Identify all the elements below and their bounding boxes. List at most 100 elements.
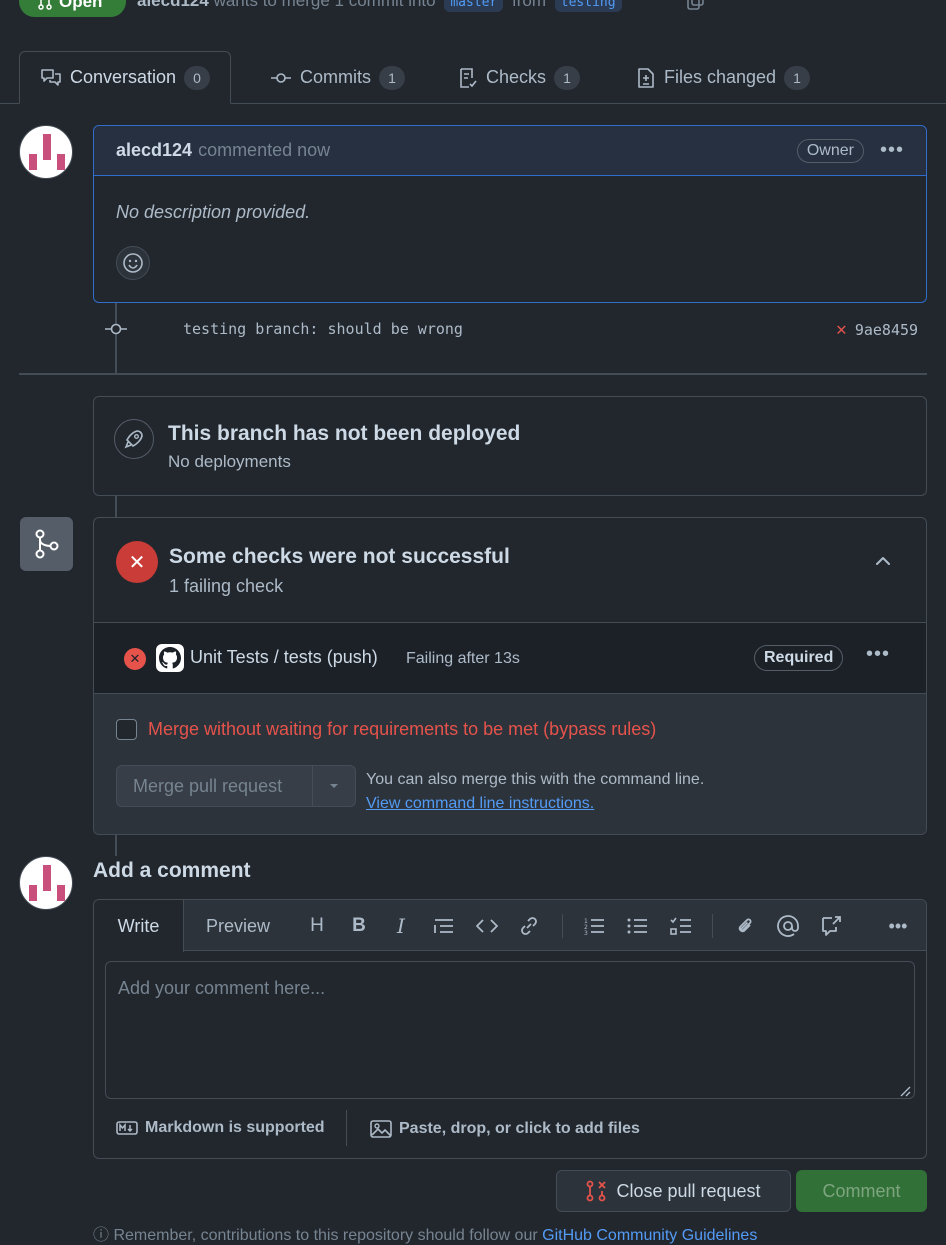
pr-meta: alecd124 wants to merge 1 commit into ma… xyxy=(137,0,626,12)
check-options-icon[interactable]: ••• xyxy=(866,643,890,666)
git-commit-icon xyxy=(271,72,291,83)
checks-title: Some checks were not successful xyxy=(169,545,510,568)
commit-sha[interactable]: 9ae8459 xyxy=(855,321,918,339)
markdown-note[interactable]: Markdown is supported xyxy=(116,1119,325,1137)
github-logo-icon xyxy=(156,644,184,672)
more-options-icon[interactable]: ••• xyxy=(885,913,911,939)
toolbar-divider-2 xyxy=(712,914,713,938)
identicon-icon xyxy=(29,134,65,170)
tab-checks-label: Checks xyxy=(486,67,547,87)
git-pull-request-closed-icon xyxy=(587,1180,607,1202)
tab-conversation-label: Conversation xyxy=(70,67,177,87)
editor-toolbar: Write Preview H B I 123 ••• xyxy=(94,900,926,952)
tab-checks[interactable]: Checks 1 xyxy=(438,51,600,104)
commit-sha-group: ✕ 9ae8459 xyxy=(836,319,918,340)
add-reaction-button[interactable] xyxy=(116,246,150,280)
timeline-line-3 xyxy=(115,834,117,856)
merge-status-card: ✕ Some checks were not successful 1 fail… xyxy=(93,517,927,835)
x-icon[interactable]: ✕ xyxy=(836,319,847,340)
git-merge-icon xyxy=(20,517,73,571)
base-branch[interactable]: master xyxy=(444,0,504,12)
deployment-title: This branch has not been deployed xyxy=(168,422,521,445)
tab-conversation-count: 0 xyxy=(184,65,211,90)
merge-button-group: Merge pull request xyxy=(116,765,356,807)
pr-author[interactable]: alecd124 xyxy=(137,0,209,10)
image-icon xyxy=(370,1120,392,1138)
heading-icon[interactable]: H xyxy=(304,913,330,939)
tab-files-changed-count: 1 xyxy=(784,65,811,90)
tab-files-changed[interactable]: Files changed 1 xyxy=(616,51,830,104)
merge-button[interactable]: Merge pull request xyxy=(117,766,313,806)
owner-badge: Owner xyxy=(796,138,864,163)
x-circle-icon: ✕ xyxy=(116,541,158,583)
chevron-up-icon[interactable] xyxy=(874,554,892,572)
command-line-text: You can also merge this with the command… xyxy=(366,771,705,788)
checklist-icon xyxy=(460,67,477,88)
unordered-list-icon[interactable] xyxy=(624,913,650,939)
check-status: Failing after 13s xyxy=(406,650,520,667)
merge-dropdown-button[interactable] xyxy=(313,766,355,806)
italic-icon[interactable]: I xyxy=(388,913,414,939)
avatar[interactable] xyxy=(19,125,73,179)
comment-options-icon[interactable]: ••• xyxy=(880,139,904,162)
tab-preview[interactable]: Preview xyxy=(206,900,270,952)
head-branch[interactable]: testing xyxy=(554,0,622,12)
comment-card: alecd124 commented now Owner ••• No desc… xyxy=(93,125,927,303)
copy-icon[interactable] xyxy=(686,0,706,17)
comment-discussion-icon xyxy=(41,68,61,86)
tab-checks-count: 1 xyxy=(554,65,581,90)
markdown-label: Markdown is supported xyxy=(145,1119,325,1136)
tab-files-changed-label: Files changed xyxy=(664,67,777,87)
contribution-note: ⓘ Remember, contributions to this reposi… xyxy=(93,1221,757,1245)
required-badge: Required xyxy=(754,645,844,671)
tab-conversation[interactable]: Conversation 0 xyxy=(19,51,232,104)
commit-message[interactable]: testing branch: should be wrong xyxy=(183,320,463,338)
link-icon[interactable] xyxy=(516,913,542,939)
markdown-icon xyxy=(116,1121,138,1135)
quote-icon[interactable] xyxy=(431,913,457,939)
command-line-hint: You can also merge this with the command… xyxy=(366,768,704,816)
close-pr-button[interactable]: Close pull request xyxy=(556,1170,791,1212)
mention-icon[interactable] xyxy=(775,913,801,939)
tab-commits-label: Commits xyxy=(300,67,371,87)
check-row[interactable]: ✕ Unit Tests / tests (push) Failing afte… xyxy=(94,622,926,694)
timeline-divider xyxy=(19,373,927,375)
tab-write[interactable]: Write xyxy=(94,900,184,952)
ordered-list-icon[interactable]: 123 xyxy=(581,913,607,939)
pr-from-text: from xyxy=(512,0,547,10)
code-icon[interactable] xyxy=(474,913,500,939)
comment-time[interactable]: commented now xyxy=(198,140,330,161)
toolbar-divider xyxy=(562,914,563,938)
bypass-checkbox[interactable] xyxy=(116,719,137,740)
task-list-icon[interactable] xyxy=(668,913,694,939)
comment-author[interactable]: alecd124 xyxy=(116,140,192,161)
svg-text:3: 3 xyxy=(584,930,588,935)
check-name[interactable]: Unit Tests / tests (push) xyxy=(190,647,378,668)
pr-state-label: Open xyxy=(59,0,103,11)
avatar-current-user[interactable] xyxy=(19,856,73,910)
bold-icon[interactable]: B xyxy=(346,913,372,939)
command-line-link[interactable]: View command line instructions. xyxy=(366,792,704,816)
add-comment-title: Add a comment xyxy=(93,859,251,882)
checks-subtitle: 1 failing check xyxy=(169,576,284,596)
tab-commits[interactable]: Commits 1 xyxy=(250,51,425,104)
deployment-subtitle: No deployments xyxy=(168,452,291,471)
attach-files-note[interactable]: Paste, drop, or click to add files xyxy=(370,1119,640,1139)
cross-reference-icon[interactable] xyxy=(818,913,844,939)
footer-divider xyxy=(346,1110,347,1146)
resize-handle-icon[interactable] xyxy=(899,1085,911,1097)
pr-state-badge: Open xyxy=(19,0,126,17)
git-pr-icon xyxy=(38,0,52,10)
bypass-label[interactable]: Merge without waiting for requirements t… xyxy=(148,719,656,740)
comment-button[interactable]: Comment xyxy=(796,1170,927,1212)
paperclip-icon[interactable] xyxy=(732,913,758,939)
merge-area: Merge without waiting for requirements t… xyxy=(94,694,926,834)
pr-merge-text: wants to merge 1 commit into xyxy=(213,0,436,10)
commit-node-icon xyxy=(105,323,127,335)
comment-textarea[interactable]: Add your comment here... xyxy=(105,961,915,1099)
comment-body: No description provided. xyxy=(116,202,311,222)
close-pr-label: Close pull request xyxy=(616,1180,761,1201)
identicon-icon xyxy=(29,865,65,901)
file-diff-icon xyxy=(638,67,654,88)
x-circle-fill-icon: ✕ xyxy=(124,648,146,670)
